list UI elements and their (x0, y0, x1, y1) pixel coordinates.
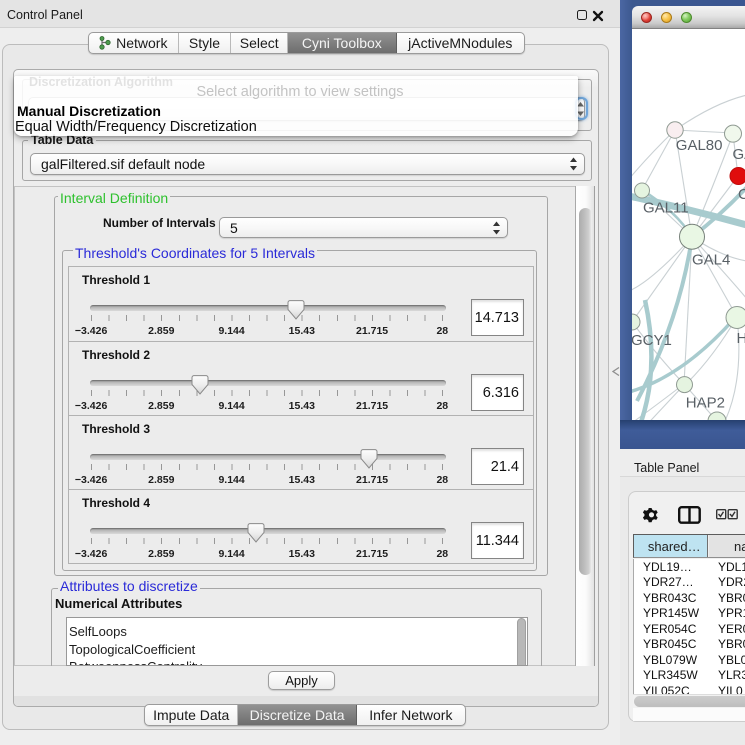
svg-text:H: H (737, 330, 745, 347)
svg-text:HAP2: HAP2 (686, 395, 725, 412)
svg-text:GAL4: GAL4 (692, 252, 730, 269)
svg-text:GAL80: GAL80 (676, 137, 723, 154)
svg-text:GAL11: GAL11 (643, 200, 689, 217)
svg-text:GCY1: GCY1 (632, 332, 672, 349)
svg-text:C: C (738, 186, 745, 203)
svg-text:GA: GA (733, 146, 745, 163)
